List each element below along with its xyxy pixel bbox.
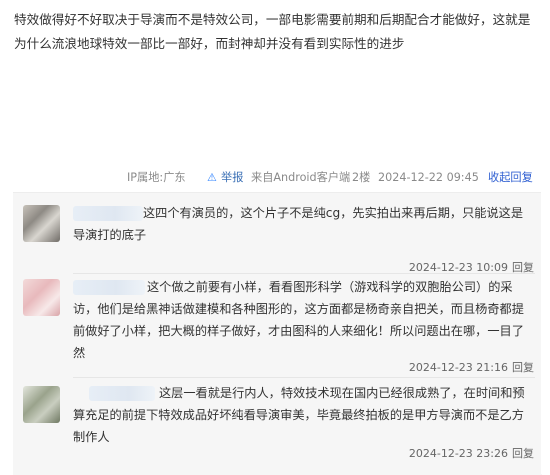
reply-text: 这四个有演员的，这个片子不是纯cg，先实拍出来再后期，只能说这是导演打的底子 [73, 206, 524, 242]
reply-date: 2024-12-23 21:16 [408, 361, 508, 374]
avatar[interactable] [23, 279, 60, 316]
post-meta-bar: IP属地:广东 ⚠ 举报 来自Android客户端 2楼 2024-12-22 … [0, 166, 550, 190]
reply-button[interactable]: 回复 [512, 358, 534, 378]
reply-footer: 2024-12-23 10:09 回复 [13, 258, 542, 278]
post-content: 特效做得好不好取决于导演而不是特效公司，一部电影需要前期和后期配合才能做好，这就… [14, 12, 531, 51]
client-source[interactable]: 来自Android客户端 [251, 166, 350, 190]
page-edge [541, 192, 550, 474]
divider [73, 273, 535, 274]
post-timestamp: 2024-12-22 09:45 [378, 171, 479, 184]
reply-button[interactable]: 回复 [512, 444, 534, 464]
reply-footer: 2024-12-23 21:16 回复 [13, 358, 542, 378]
reply-button[interactable]: 回复 [512, 258, 534, 278]
reply-footer: 2024-12-23 23:26 回复 [13, 444, 542, 464]
reply-date: 2024-12-23 10:09 [408, 261, 508, 274]
ip-location: IP属地:广东 [127, 171, 186, 184]
report-link[interactable]: 举报 [221, 166, 243, 190]
collapse-replies-link[interactable]: 收起回复 [488, 166, 533, 190]
avatar[interactable] [23, 205, 60, 242]
floor-number: 2楼 [352, 171, 371, 184]
reply-date: 2024-12-23 23:26 [408, 447, 508, 460]
reply-text: 这层一看就是行内人，特效技术现在国内已经很成熟了，在时间和预算充足的前提下特效成… [73, 386, 525, 444]
reply-text: 这个做之前要有小样，看看图形科学（游戏科学的双胞胎公司）的采访，他们是给黑神话做… [73, 280, 524, 360]
avatar[interactable] [23, 386, 60, 423]
reply-panel: 这四个有演员的，这个片子不是纯cg，先实拍出来再后期，只能说这是导演打的底子 2… [13, 192, 542, 475]
warning-triangle-icon[interactable]: ⚠ [207, 166, 217, 190]
divider [73, 377, 535, 378]
